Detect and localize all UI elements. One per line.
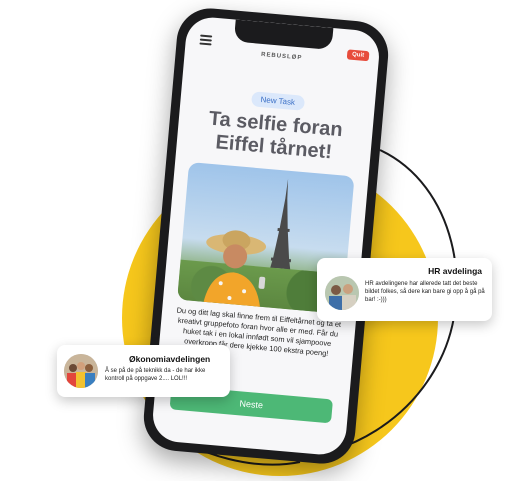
group-photo-icon <box>64 354 98 388</box>
chat-message-okonomi: Å se på de på teknikk da - de har ikke k… <box>105 368 206 382</box>
chat-bubble-okonomi: Økonomiavdelingen Å se på de på teknikk … <box>57 345 230 397</box>
chat-bubble-hr: HR avdelinga HR avdelingene har allerede… <box>317 258 492 321</box>
chat-name-okonomi: Økonomiavdelingen <box>129 354 211 364</box>
brand-logo: REBUSLØP <box>260 51 303 62</box>
selfie-person-illustration <box>202 230 267 311</box>
chat-name-hr: HR avdelinga <box>428 266 482 276</box>
menu-icon[interactable] <box>199 34 213 46</box>
scene: REBUSLØP Quit New Task Ta selfie foran E… <box>0 0 519 481</box>
new-task-badge: New Task <box>250 91 305 111</box>
group-photo-icon <box>325 276 359 310</box>
task-title: Ta selfie foran Eiffel tårnet! <box>186 106 363 167</box>
avatar-okonomi <box>64 354 98 388</box>
avatar-hr <box>325 276 359 310</box>
quit-button[interactable]: Quit <box>346 49 370 62</box>
chat-message-hr: HR avdelingene har allerede tatt det bes… <box>365 281 485 303</box>
phone-mockup: REBUSLØP Quit New Task Ta selfie foran E… <box>141 5 391 467</box>
